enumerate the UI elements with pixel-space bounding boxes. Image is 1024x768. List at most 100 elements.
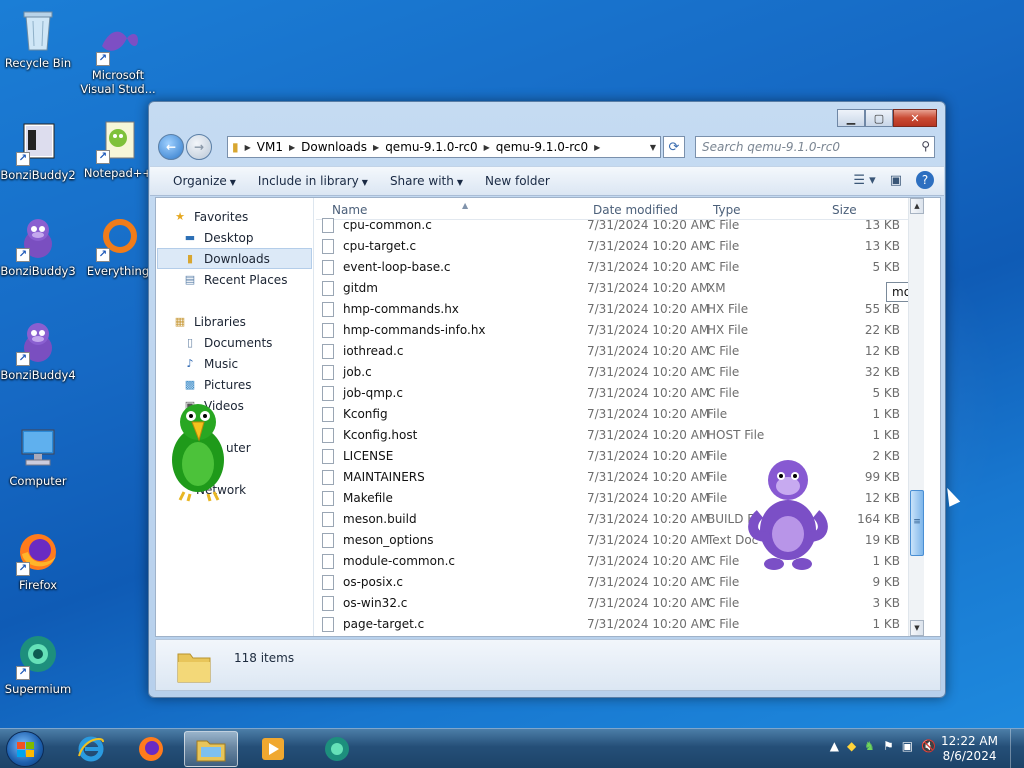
file-row[interactable]: hmp-commands.hx 7/31/2024 10:20 AM HX File… [316,299,924,320]
desktop-icon-recycle-bin[interactable]: Recycle Bin [0,6,76,70]
taskbar-firefox[interactable] [124,731,178,767]
show-desktop-button[interactable] [1010,729,1024,768]
desktop-icon-notepadpp[interactable]: ↗ Notepad++ [80,116,156,180]
file-row[interactable]: Makefile 7/31/2024 10:20 AM File 12 KB [316,488,924,509]
file-size: 19 KB [864,533,900,547]
address-bar[interactable]: ▮ ▶ VM1 ▶ Downloads ▶ qemu-9.1.0-rc0 ▶ q… [227,136,661,158]
chevron-down-icon[interactable]: ▼ [646,143,660,152]
scroll-down-button[interactable]: ▼ [910,620,924,636]
vertical-scrollbar[interactable]: ▲ ≡ ▼ [908,198,924,636]
clock[interactable]: 12:22 AM 8/6/2024 [941,734,998,764]
breadcrumb-segment[interactable]: qemu-9.1.0-rc0 [492,140,592,154]
chevron-right-icon[interactable]: ▶ [592,143,602,152]
sidebar-item-recent-places[interactable]: ▤ Recent Places [182,269,312,290]
file-row[interactable]: hmp-commands-info.hx 7/31/2024 10:20 AM HX… [316,320,924,341]
file-icon [322,260,334,275]
file-row[interactable]: Kconfig.host 7/31/2024 10:20 AM HOST File 1… [316,425,924,446]
desktop-icon-firefox[interactable]: ↗ Firefox [0,528,76,592]
window-controls: ▁ ▢ ✕ [837,109,937,127]
search-input[interactable]: Search qemu-9.1.0-rc0 ⚲ [695,136,935,158]
file-row[interactable]: cpu-target.c 7/31/2024 10:20 AM C File 13 K… [316,236,924,257]
sidebar-item-libraries[interactable]: ▦ Libraries [172,311,312,332]
file-date: 7/31/2024 10:20 AM [587,323,710,337]
file-row[interactable]: iothread.c 7/31/2024 10:20 AM C File 12 KB [316,341,924,362]
chevron-right-icon[interactable]: ▶ [371,143,381,152]
breadcrumb-segment[interactable]: Downloads [297,140,371,154]
start-button[interactable] [6,731,44,767]
file-row[interactable]: meson_options 7/31/2024 10:20 AM Text Doc 1… [316,530,924,551]
volume-muted-icon[interactable]: 🔇 [921,739,936,753]
file-row[interactable]: os-posix.c 7/31/2024 10:20 AM C File 9 KB [316,572,924,593]
network-icon[interactable]: ▣ [902,739,913,753]
taskbar-internet-explorer[interactable] [64,731,118,767]
desktop-icon-bonzibuddy2[interactable]: ↗ BonziBuddy2 [0,118,76,182]
green-parrot-character[interactable] [162,398,234,502]
everything-icon: ↗ [94,214,142,262]
sidebar-item-pictures[interactable]: ▩ Pictures [182,374,312,395]
file-row[interactable]: job-qmp.c 7/31/2024 10:20 AM C File 5 KB [316,383,924,404]
file-row[interactable]: cpu-common.c 7/31/2024 10:20 AM C File 13 K… [316,215,924,236]
desktop-icon-bonzibuddy3[interactable]: ↗ BonziBuddy3 [0,214,76,278]
preview-pane-icon[interactable]: ▣ [890,173,902,188]
file-row[interactable]: LICENSE 7/31/2024 10:20 AM File 2 KB [316,446,924,467]
file-size: 13 KB [864,239,900,253]
action-center-flag-icon[interactable]: ⚑ [883,739,894,753]
file-row[interactable]: Kconfig 7/31/2024 10:20 AM File 1 KB [316,404,924,425]
security-alert-icon[interactable]: ♞ [864,739,875,753]
chevron-right-icon[interactable]: ▶ [482,143,492,152]
show-hidden-icons-icon[interactable]: ▲ [830,739,839,753]
sidebar-item-computer[interactable]: uter [226,437,312,458]
file-type: C File [707,260,740,274]
forward-button[interactable]: → [186,134,212,160]
close-button[interactable]: ✕ [893,109,937,127]
chevron-right-icon[interactable]: ▶ [287,143,297,152]
file-row[interactable]: page-target.c 7/31/2024 10:20 AM C File 1 K… [316,614,924,635]
new-folder-button[interactable]: New folder [474,174,561,188]
organize-button[interactable]: Organize ▼ [162,174,247,188]
purple-gorilla-character[interactable] [746,454,830,572]
back-button[interactable]: ← [158,134,184,160]
taskbar-file-explorer[interactable] [184,731,238,767]
explorer-window: ▁ ▢ ✕ ← → ▮ ▶ VM1 ▶ Downloads ▶ qemu-9.1… [148,101,946,698]
chevron-right-icon: ▶ [244,142,251,152]
desktop-icon-visual-studio[interactable]: ↗ Microsoft Visual Stud... [80,18,156,96]
desktop-icon-supermium[interactable]: ↗ Supermium [0,632,76,696]
file-name: Kconfig [343,407,388,421]
include-in-library-button[interactable]: Include in library ▼ [247,174,379,188]
desktop-icon-bonzibuddy4[interactable]: ↗ BonziBuddy4 [0,318,76,382]
refresh-button[interactable]: ⟳ [663,136,685,158]
minimize-button[interactable]: ▁ [837,109,865,127]
file-row[interactable]: job.c 7/31/2024 10:20 AM C File 32 KB [316,362,924,383]
desktop-icon-computer[interactable]: Computer [0,424,76,488]
breadcrumb-segment[interactable]: qemu-9.1.0-rc0 [381,140,481,154]
file-row[interactable]: os-win32.c 7/31/2024 10:20 AM C File 3 KB [316,593,924,614]
scroll-thumb[interactable]: ≡ [910,490,924,556]
search-icon[interactable]: ⚲ [921,139,930,153]
file-row[interactable]: gitdm 7/31/2024 10:20 AM XM [316,278,924,299]
taskbar-supermium[interactable] [310,731,364,767]
help-icon[interactable]: ? [916,171,934,189]
file-row[interactable]: module-common.c 7/31/2024 10:20 AM C File 1… [316,551,924,572]
sidebar-item-label: Desktop [204,230,254,245]
sidebar-item-desktop[interactable]: ▬ Desktop [182,227,312,248]
sidebar-item-documents[interactable]: ▯ Documents [182,332,312,353]
file-name: Kconfig.host [343,428,418,442]
file-row[interactable]: event-loop-base.c 7/31/2024 10:20 AM C Fil… [316,257,924,278]
scroll-up-button[interactable]: ▲ [910,198,924,214]
file-row[interactable]: meson.build 7/31/2024 10:20 AM BUILD F 164 … [316,509,924,530]
details-pane: 118 items [155,639,941,691]
sidebar-item-music[interactable]: ♪ Music [182,353,312,374]
taskbar-media-player[interactable] [246,731,300,767]
sidebar-item-downloads[interactable]: ▮ Downloads [157,248,312,269]
breadcrumb-segment[interactable]: VM1 [253,140,287,154]
desktop-icon: ▬ [184,230,196,244]
sidebar-item-favorites[interactable]: ★ Favorites [172,206,312,227]
bonzi-tray-icon[interactable]: ◆ [847,739,856,753]
file-type: File [707,407,728,421]
share-with-button[interactable]: Share with ▼ [379,174,474,188]
view-options-icon[interactable]: ☰ ▾ [853,173,875,188]
desktop-icon-everything[interactable]: ↗ Everything [80,214,156,278]
maximize-button[interactable]: ▢ [865,109,893,127]
file-row[interactable]: MAINTAINERS 7/31/2024 10:20 AM File 99 KB [316,467,924,488]
recent-places-icon: ▤ [184,272,196,286]
